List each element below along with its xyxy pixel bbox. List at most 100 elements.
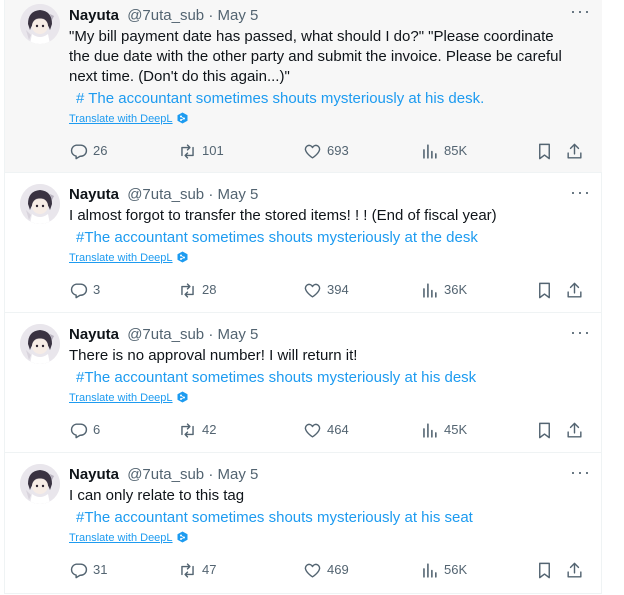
retweet-button[interactable]: 47 [178, 560, 216, 580]
views-chart-icon [423, 282, 437, 298]
views-button[interactable]: 85K [420, 141, 467, 161]
tweet[interactable]: Nayuta @7uta_sub · May 5 ··· I can only … [5, 453, 602, 594]
tweet-date[interactable]: May 5 [218, 466, 259, 483]
share-button[interactable] [565, 560, 584, 580]
retweet-count: 42 [202, 422, 217, 437]
reply-button[interactable]: 6 [69, 420, 100, 440]
like-button[interactable]: 464 [303, 420, 349, 440]
hashtag-link[interactable]: #The accountant sometimes shouts mysteri… [76, 508, 473, 528]
author-name[interactable]: Nayuta [69, 186, 119, 203]
translate-link[interactable]: Translate with DeepL [69, 391, 188, 405]
like-count: 464 [327, 422, 349, 437]
reply-button[interactable]: 26 [69, 141, 107, 161]
retweet-count: 47 [202, 562, 217, 577]
separator-dot: · [208, 326, 214, 343]
share-button[interactable] [565, 280, 584, 300]
translate-link[interactable]: Translate with DeepL [69, 251, 188, 265]
heart-icon [304, 283, 321, 298]
bookmark-button[interactable] [535, 420, 554, 440]
author-name[interactable]: Nayuta [69, 326, 119, 343]
tweet-date[interactable]: May 5 [218, 326, 259, 343]
retweet-icon [181, 143, 194, 159]
bookmark-button[interactable] [535, 280, 554, 300]
author-handle[interactable]: @7uta_sub [127, 466, 204, 483]
share-button[interactable] [565, 141, 584, 161]
share-icon [567, 562, 582, 578]
reply-icon [70, 562, 88, 578]
tweet-date[interactable]: May 5 [218, 7, 259, 24]
tweet-text: I can only relate to this tag [69, 486, 589, 506]
tweet-text: I almost forgot to transfer the stored i… [69, 206, 589, 226]
author-name[interactable]: Nayuta [69, 7, 119, 24]
tweet-actions: 31 47 469 56K [69, 560, 590, 580]
tweet-text: "My bill payment date has passed, what s… [69, 27, 589, 87]
heart-icon [304, 423, 321, 438]
tweet-header: Nayuta @7uta_sub · May 5 [69, 465, 258, 485]
hashtag-link[interactable]: # The accountant sometimes shouts myster… [76, 89, 484, 109]
hashtag-link[interactable]: #The accountant sometimes shouts mysteri… [76, 368, 476, 388]
like-button[interactable]: 693 [303, 141, 349, 161]
tweet-date[interactable]: May 5 [218, 186, 259, 203]
avatar[interactable] [20, 324, 60, 364]
translate-label: Translate with DeepL [69, 392, 173, 404]
tweet[interactable]: Nayuta @7uta_sub · May 5 ··· There is no… [5, 313, 602, 453]
views-button[interactable]: 56K [420, 560, 467, 580]
tweet-text-line: the due date with the other party and su… [69, 48, 562, 65]
retweet-button[interactable]: 42 [178, 420, 216, 440]
tweet[interactable]: Nayuta @7uta_sub · May 5 ··· "My bill pa… [5, 0, 602, 173]
translate-label: Translate with DeepL [69, 113, 173, 125]
bookmark-button[interactable] [535, 141, 554, 161]
share-icon [567, 282, 582, 298]
heart-icon [304, 563, 321, 578]
bookmark-icon [539, 562, 550, 578]
share-button[interactable] [565, 420, 584, 440]
more-options-icon[interactable]: ··· [570, 323, 590, 345]
bookmark-icon [539, 422, 550, 438]
like-button[interactable]: 469 [303, 560, 349, 580]
retweet-button[interactable]: 28 [178, 280, 216, 300]
more-options-icon[interactable]: ··· [570, 183, 590, 205]
translate-link[interactable]: Translate with DeepL [69, 112, 188, 126]
tweet-header: Nayuta @7uta_sub · May 5 [69, 185, 258, 205]
translate-link[interactable]: Translate with DeepL [69, 531, 188, 545]
more-options-icon[interactable]: ··· [570, 463, 590, 485]
author-handle[interactable]: @7uta_sub [127, 7, 204, 24]
like-count: 693 [327, 143, 349, 158]
reply-icon [70, 422, 88, 438]
views-count: 36K [444, 282, 468, 297]
retweet-count: 101 [202, 143, 224, 158]
avatar[interactable] [20, 464, 60, 504]
tweet-text-line: There is no approval number! I will retu… [69, 347, 358, 364]
author-handle[interactable]: @7uta_sub [127, 326, 204, 343]
reply-count: 31 [93, 562, 108, 577]
separator-dot: · [208, 7, 214, 24]
deepl-icon [177, 251, 188, 263]
reply-button[interactable]: 3 [69, 280, 100, 300]
retweet-button[interactable]: 101 [178, 141, 224, 161]
more-options-icon[interactable]: ··· [570, 2, 590, 24]
bookmark-button[interactable] [535, 560, 554, 580]
tweet-actions: 6 42 464 45K [69, 420, 590, 440]
reply-button[interactable]: 31 [69, 560, 107, 580]
retweet-icon [181, 422, 194, 438]
avatar[interactable] [20, 4, 60, 44]
views-count: 56K [444, 562, 468, 577]
avatar[interactable] [20, 184, 60, 224]
views-button[interactable]: 45K [420, 420, 467, 440]
separator-dot: · [208, 466, 214, 483]
timeline-feed: Nayuta @7uta_sub · May 5 ··· "My bill pa… [4, 0, 602, 594]
views-button[interactable]: 36K [420, 280, 467, 300]
hashtag-link[interactable]: #The accountant sometimes shouts mysteri… [76, 228, 478, 248]
tweet-text-line: I can only relate to this tag [69, 487, 245, 504]
author-handle[interactable]: @7uta_sub [127, 186, 204, 203]
tweet-text-line: next time. (Don't do this again...)" [69, 68, 290, 85]
tweet[interactable]: Nayuta @7uta_sub · May 5 ··· I almost fo… [5, 173, 602, 313]
reply-icon [70, 282, 88, 298]
tweet-text-line: I almost forgot to transfer the stored i… [69, 207, 497, 224]
views-chart-icon [423, 562, 437, 578]
like-button[interactable]: 394 [303, 280, 349, 300]
deepl-icon [177, 391, 188, 403]
author-name[interactable]: Nayuta [69, 466, 119, 483]
like-count: 394 [327, 282, 349, 297]
tweet-text: There is no approval number! I will retu… [69, 346, 589, 366]
